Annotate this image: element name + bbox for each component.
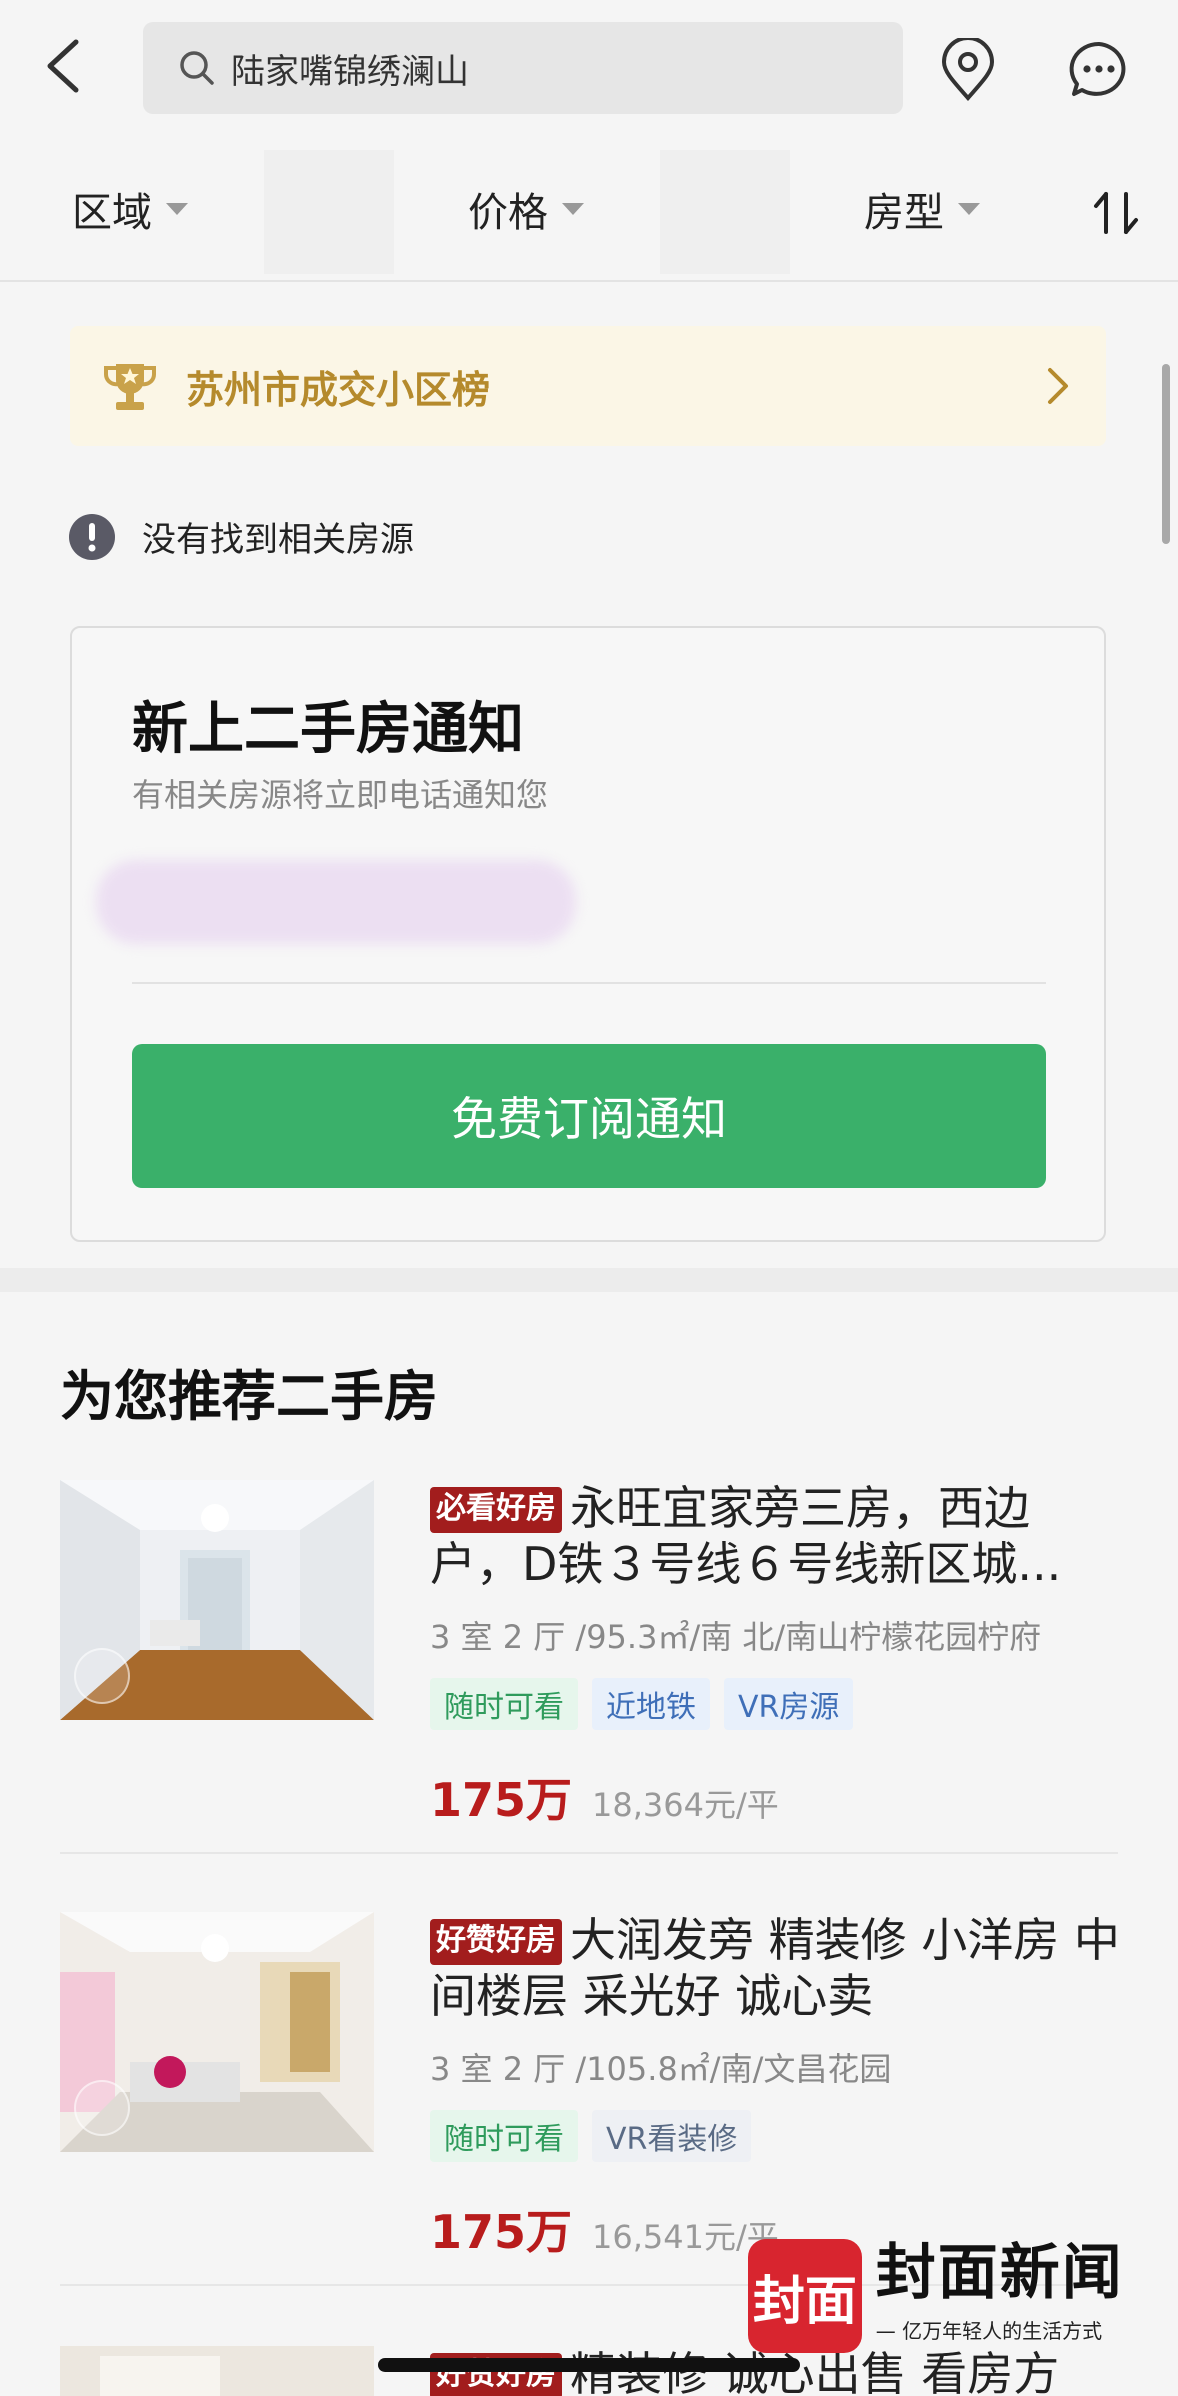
listing-card[interactable]: 必看好房 永旺宜家旁三房，西边户，D铁３号线６号线新区城... 3 室 2 厅 /… (60, 1480, 1118, 1860)
top-bar: 陆家嘴锦绣澜山 (0, 0, 1178, 134)
listing-photo[interactable] (60, 1480, 374, 1720)
listing-photo[interactable] (60, 1912, 374, 2152)
listing-photo[interactable] (60, 2346, 374, 2396)
sort-icon[interactable] (1092, 190, 1142, 236)
price-row: 175万 18,364元/平 (430, 1764, 1120, 1830)
listing-meta: 3 室 2 厅 /105.8㎡/南/文昌花园 (430, 2050, 892, 2088)
vr-badge-icon (74, 1648, 130, 1704)
watermark: 封面 封面新闻 — 亿万年轻人的生活方式 — (748, 2236, 1128, 2368)
filter-area-label: 区域 (72, 190, 152, 236)
tag: VR看装修 (592, 2110, 752, 2162)
notify-card: 新上二手房通知 有相关房源将立即电话通知您 免费订阅通知 (70, 626, 1106, 1242)
listing-price: 175万 (430, 2205, 573, 2259)
phone-field-redacted[interactable] (96, 860, 576, 944)
search-icon (180, 51, 214, 85)
divider (132, 982, 1046, 984)
home-indicator[interactable] (378, 2358, 800, 2372)
back-arrow-icon[interactable] (40, 36, 90, 96)
listing-separator (60, 1852, 1118, 1854)
caret-down-icon (958, 203, 980, 215)
section-divider (0, 1268, 1178, 1292)
watermark-title: 封面新闻 (875, 2238, 1124, 2308)
subscribe-button[interactable]: 免费订阅通知 (132, 1044, 1046, 1188)
notify-title: 新上二手房通知 (132, 697, 524, 762)
listing-tags: 随时可看 近地铁 VR房源 (430, 1678, 1120, 1730)
scrollbar[interactable] (1162, 364, 1170, 544)
recommend-heading: 为您推荐二手房 (60, 1365, 438, 1428)
filter-area[interactable]: 区域 (72, 184, 188, 236)
listing-badge: 必看好房 (430, 1487, 562, 1533)
listing-badge: 好赞好房 (430, 1919, 562, 1965)
caret-down-icon (166, 203, 188, 215)
tag: 随时可看 (430, 1678, 578, 1730)
listing-unit-price: 18,364元/平 (592, 1786, 779, 1824)
tag: VR房源 (724, 1678, 854, 1730)
listing-title-block: 必看好房 永旺宜家旁三房，西边户，D铁３号线６号线新区城... (430, 1480, 1120, 1592)
message-bubble-icon[interactable] (1068, 40, 1130, 98)
vr-badge-icon (74, 2080, 130, 2136)
search-query: 陆家嘴锦绣澜山 (231, 51, 469, 92)
listing-price: 175万 (430, 1773, 573, 1827)
rank-banner-label: 苏州市成交小区榜 (186, 367, 491, 412)
filter-separator (264, 150, 394, 274)
empty-state: 没有找到相关房源 (68, 512, 414, 561)
watermark-logo: 封面 (748, 2239, 862, 2353)
filter-separator (660, 150, 790, 274)
filter-price-label: 价格 (468, 190, 548, 236)
rank-banner[interactable]: 苏州市成交小区榜 (70, 326, 1106, 446)
tag: 近地铁 (592, 1678, 710, 1730)
listing-tags: 随时可看 VR看装修 (430, 2110, 1120, 2162)
chevron-right-icon (1048, 368, 1068, 404)
alert-icon (69, 513, 115, 560)
filter-layout[interactable]: 房型 (864, 184, 980, 236)
room-photo-3 (60, 2346, 374, 2396)
caret-down-icon (562, 203, 584, 215)
watermark-slogan: — 亿万年轻人的生活方式 — (875, 2319, 1103, 2368)
filter-price[interactable]: 价格 (468, 184, 584, 236)
listing-title-block: 好赞好房 大润发旁 精装修 小洋房 中间楼层 采光好 诚心卖 (430, 1912, 1120, 2024)
trophy-icon (104, 364, 156, 410)
tag: 随时可看 (430, 2110, 578, 2162)
notify-subtitle: 有相关房源将立即电话通知您 (132, 776, 549, 814)
filter-layout-label: 房型 (864, 190, 944, 236)
filter-bar: 区域 价格 房型 (0, 134, 1178, 282)
search-input[interactable]: 陆家嘴锦绣澜山 (143, 22, 903, 114)
location-pin-icon[interactable] (940, 38, 996, 102)
listing-meta: 3 室 2 厅 /95.3㎡/南 北/南山柠檬花园柠府 (430, 1618, 1042, 1656)
empty-state-message: 没有找到相关房源 (142, 520, 414, 560)
